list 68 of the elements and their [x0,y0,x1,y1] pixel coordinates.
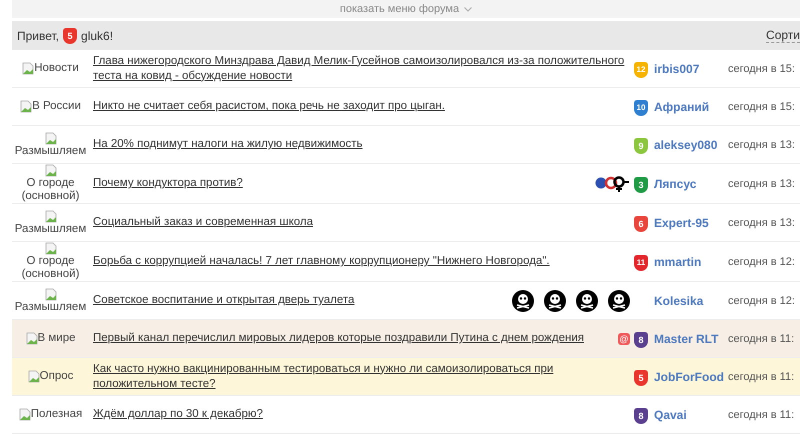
broken-image-icon [28,370,40,383]
topic-link[interactable]: На 20% поднимут налоги на жилую недвижимость [93,137,630,152]
gender-symbols-icon [594,174,630,192]
broken-image-icon [44,132,56,144]
skull-icon [544,290,566,312]
broken-image-icon [44,288,56,300]
chevron-down-icon [464,6,472,12]
author-link[interactable]: Expert-95 [654,216,728,230]
rank-badge: 9 [634,138,648,154]
sort-link[interactable]: Сорти [766,28,800,43]
category-label: О городе (основной) [20,177,80,203]
author-link[interactable]: JobForFood [654,370,728,384]
category-label: О городе (основной) [20,255,80,281]
rank-badge: 6 [634,216,648,232]
rank-badge: 8 [634,408,648,424]
author-link[interactable]: Master RLT [654,332,728,346]
category-label: Опрос [40,370,74,383]
greeting-text: Привет, [17,28,60,42]
author-link[interactable]: Афраний [654,100,728,114]
mention-icon: @ [618,332,630,344]
category-label: Размышляем [14,144,86,158]
category-label: Новости [34,62,79,75]
author-link[interactable]: Qavai [654,408,728,422]
topic-link[interactable]: Почему кондуктора против? [93,176,584,191]
author-link[interactable]: aleksey080 [654,138,728,152]
skull-icon [608,290,630,312]
username: gluk6! [81,28,114,42]
rank-badge: 10 [634,100,648,116]
category-label: Полезная [30,408,82,421]
category-label: Размышляем [14,300,86,314]
broken-image-icon [20,100,32,113]
author-link[interactable]: irbis007 [654,62,728,76]
post-time: сегодня в 12: [728,294,796,306]
post-time: сегодня в 13: [728,216,796,228]
topic-link[interactable]: Первый канал перечислил мировых лидеров которые поздравили Путина с днем рождения [93,331,608,346]
post-time: сегодня в 11: [728,332,796,344]
topic-link[interactable]: Социальный заказ и современная школа [93,215,630,230]
topic-link[interactable]: Как часто нужно вакцинированным тестироваться и нужно ли самоизолироваться при положительном тесте? [93,362,630,392]
post-time: сегодня в 15: [728,62,796,74]
post-time: сегодня в 12: [728,256,796,268]
rank-badge: 8 [634,332,648,348]
topic-link[interactable]: Ждём доллар по 30 к декабрю? [93,407,630,422]
broken-image-icon [18,408,31,421]
rank-badge: 3 [634,176,648,192]
post-time: сегодня в 13: [728,138,796,150]
broken-image-icon [44,210,56,222]
author-link[interactable]: mmartin [654,254,728,268]
skull-icon [512,290,534,312]
broken-image-icon [26,332,38,345]
category-label: В мире [38,332,76,345]
topic-link[interactable]: Глава нижегородского Минздрава Давид Мелик-Гусейнов самоизолировался из-за положительного теста на ковид - обсуждение новости [93,54,630,84]
post-time: сегодня в 13: [728,178,796,190]
skull-icon [576,290,598,312]
category-label: В России [32,100,81,113]
topic-link[interactable]: Советское воспитание и открытая дверь туалета [93,293,502,308]
rank-badge: 5 [634,370,648,386]
post-time: сегодня в 15: [728,100,796,112]
topic-link[interactable]: Борьба с коррупцией началась! 7 лет главному коррупционеру "Нижнего Новгорода". [93,254,630,269]
author-link[interactable]: Ляпсус [654,176,728,190]
rank-badge: 11 [634,254,648,271]
post-time: сегодня в 11: [728,370,796,382]
rank-badge: 12 [634,62,648,78]
topic-link[interactable]: Никто не считает себя расистом, пока речь не заходит про цыган. [93,99,630,114]
author-link[interactable]: Kolesika [654,294,728,308]
category-label: Размышляем [14,222,86,236]
post-time: сегодня в 11: [728,408,796,420]
rank-badge: 5 [63,28,78,44]
broken-image-icon [22,62,34,75]
